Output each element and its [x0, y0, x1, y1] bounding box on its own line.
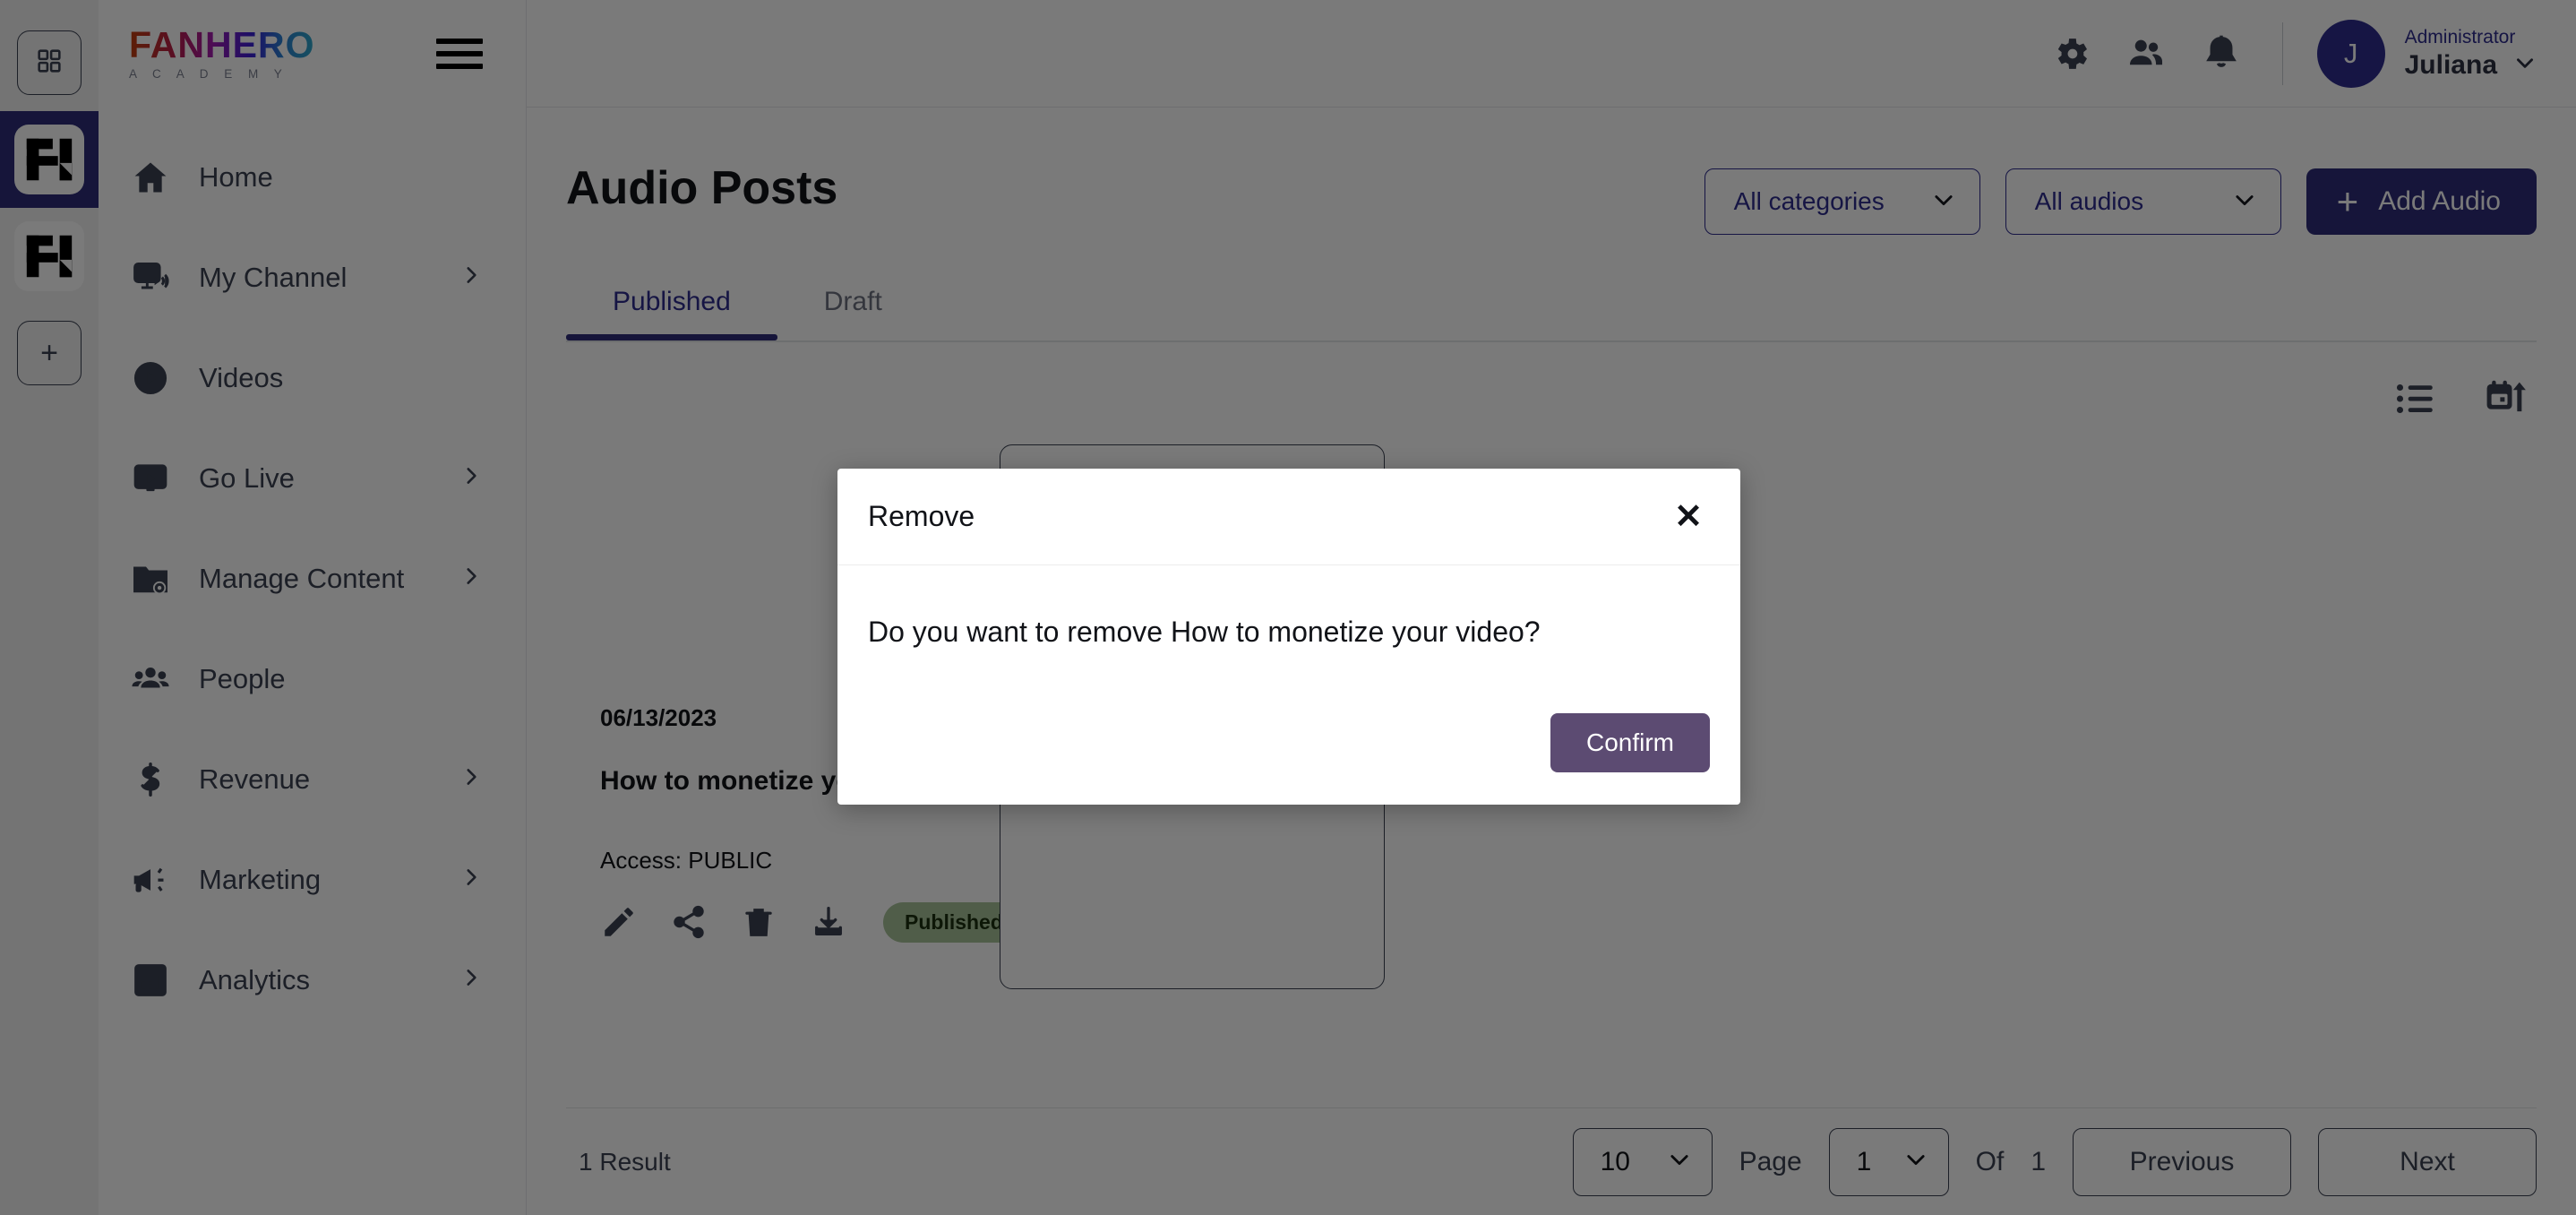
dialog-body: Do you want to remove How to monetize yo… — [837, 565, 1740, 649]
dialog-title: Remove — [868, 500, 975, 532]
confirm-button[interactable]: Confirm — [1550, 713, 1710, 772]
remove-confirmation-dialog: Remove ✕ Do you want to remove How to mo… — [837, 469, 1740, 805]
dialog-header: Remove ✕ — [837, 469, 1740, 565]
dialog-footer: Confirm — [837, 713, 1740, 805]
dialog-message: Do you want to remove How to monetize yo… — [868, 616, 1541, 648]
close-icon[interactable]: ✕ — [1674, 500, 1703, 534]
